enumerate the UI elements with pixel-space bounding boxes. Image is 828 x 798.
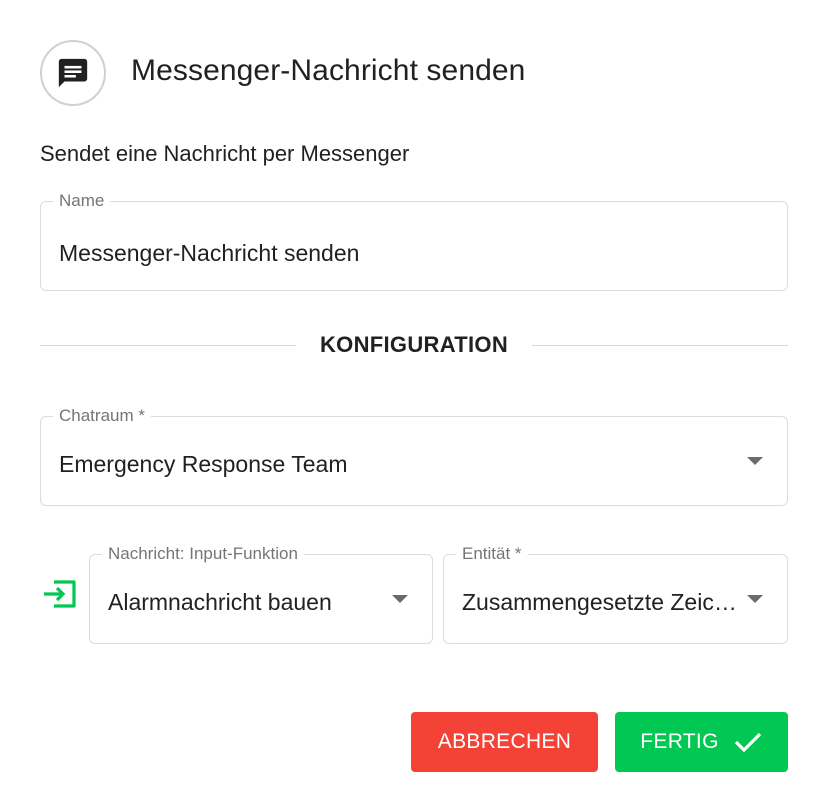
entity-select-label: Entität * (456, 543, 528, 565)
input-icon (44, 580, 76, 608)
done-button-label: FERTIG (640, 730, 719, 753)
name-field[interactable]: Name Messenger-Nachricht senden (40, 190, 788, 291)
name-field-value[interactable]: Messenger-Nachricht senden (59, 240, 769, 267)
message-function-label: Nachricht: Input-Funktion (102, 543, 304, 565)
chevron-down-icon[interactable] (392, 595, 408, 603)
dialog-subtitle: Sendet eine Nachricht per Messenger (40, 141, 410, 166)
message-icon (58, 58, 88, 88)
dialog: Messenger-Nachricht senden Sendet eine N… (0, 0, 828, 798)
chatroom-select-label: Chatraum * (53, 405, 151, 427)
name-field-label: Name (53, 190, 111, 212)
done-button[interactable]: FERTIG (615, 712, 788, 772)
message-function-select[interactable]: Nachricht: Input-Funktion Alarmnachricht… (89, 543, 433, 644)
check-icon (734, 732, 761, 753)
message-function-value: Alarmnachricht bauen (108, 589, 332, 615)
chatroom-select-value: Emergency Response Team (59, 451, 348, 477)
header-icon-container (40, 40, 106, 106)
chevron-down-icon[interactable] (747, 595, 763, 603)
dialog-title: Messenger-Nachricht senden (131, 54, 526, 87)
section-title: KONFIGURATION (319, 332, 509, 357)
chevron-down-icon[interactable] (747, 457, 763, 465)
cancel-button-label: ABBRECHEN (437, 730, 572, 753)
entity-select-value: Zusammengesetzte Zeichenkette (462, 589, 737, 615)
cancel-button[interactable]: ABBRECHEN (411, 712, 598, 772)
entity-select[interactable]: Entität * Zusammengesetzte Zeichenkette (443, 543, 788, 644)
chatroom-select[interactable]: Chatraum * Emergency Response Team (40, 405, 788, 506)
